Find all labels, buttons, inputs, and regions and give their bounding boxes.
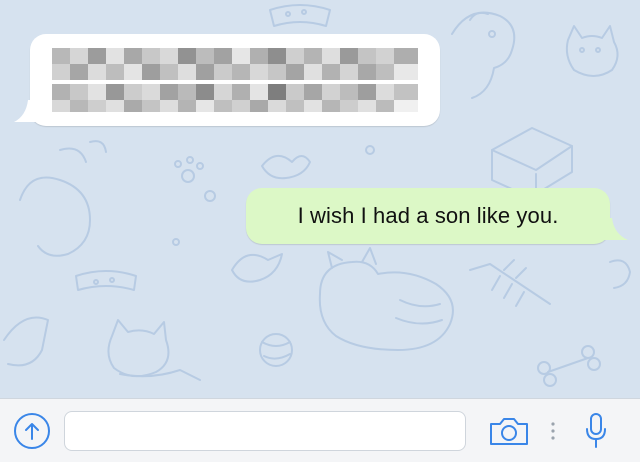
bubble-tail-icon <box>600 218 628 240</box>
microphone-icon[interactable] <box>584 411 608 451</box>
chat-area: I wish I had a son like you. <box>0 0 640 398</box>
dog-corner-doodle-icon <box>3 316 49 367</box>
dog-doodle-icon <box>451 11 516 99</box>
fish-bone-doodle-icon <box>469 259 551 307</box>
incoming-message-bubble <box>14 34 440 126</box>
bubble-tail-icon <box>14 100 40 122</box>
more-dots-icon[interactable] <box>551 421 555 441</box>
yarn-ball-doodle-icon <box>259 333 293 367</box>
arrow-up-icon <box>25 423 39 440</box>
message-input-bar <box>0 398 640 462</box>
outgoing-message-text: I wish I had a son like you. <box>297 203 559 228</box>
upload-button[interactable] <box>14 413 50 449</box>
dog-left-doodle-icon <box>19 140 107 257</box>
message-input[interactable] <box>64 411 466 451</box>
collar-doodle-icon <box>269 4 331 27</box>
paw-print-doodle-icon <box>174 156 216 202</box>
collar-left-doodle-icon <box>75 270 137 291</box>
kitten-doodle-icon <box>107 319 201 381</box>
sleeping-cat-doodle-icon <box>318 247 454 351</box>
redacted-message-text <box>52 48 418 112</box>
bone-doodle-icon <box>537 345 601 387</box>
outgoing-message-bubble: I wish I had a son like you. <box>246 188 628 244</box>
camera-icon[interactable] <box>488 415 530 447</box>
cat-doodle-icon <box>565 25 619 77</box>
